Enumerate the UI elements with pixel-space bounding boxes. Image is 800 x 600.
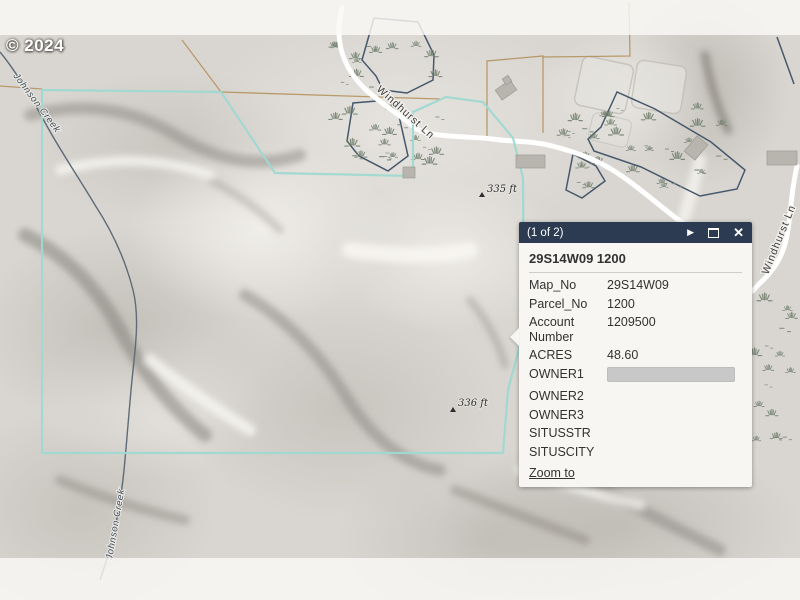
field-row: SITUSCITY <box>529 443 742 462</box>
popup-body: 29S14W09 1200 Map_No 29S14W09 Parcel_No … <box>519 243 752 487</box>
zoom-to-link[interactable]: Zoom to <box>529 466 575 480</box>
field-value: 48.60 <box>607 348 742 363</box>
building-footprint <box>403 167 415 178</box>
field-value: 1209500 <box>607 315 742 330</box>
svg-text:336 ft: 336 ft <box>458 398 489 409</box>
popup-close-button[interactable]: ✕ <box>733 226 744 239</box>
building-footprint <box>492 75 517 100</box>
selected-parcel-boundary[interactable] <box>42 90 524 453</box>
popup-footer: Zoom to <box>529 466 742 480</box>
field-label: OWNER2 <box>529 389 607 404</box>
basemap-edge-band-top <box>0 0 800 35</box>
creek-label-johnson-1: Johnson Creek <box>10 70 63 135</box>
popup-header[interactable]: (1 of 2) ▶ ✕ <box>519 222 752 243</box>
field-label: Map_No <box>529 278 607 293</box>
field-label: SITUSCITY <box>529 445 607 460</box>
field-label: Parcel_No <box>529 297 607 312</box>
field-value: 29S14W09 <box>607 278 742 293</box>
owner1-redaction-box <box>607 367 735 382</box>
field-label: OWNER3 <box>529 408 607 423</box>
field-value <box>607 367 742 386</box>
field-row: OWNER2 <box>529 387 742 406</box>
field-row: OWNER3 <box>529 406 742 425</box>
road-label-windhurst-2: Windhurst Ln <box>760 203 799 276</box>
field-row: SITUSSTR <box>529 424 742 443</box>
field-value: 1200 <box>607 297 742 312</box>
popup-pagination: (1 of 2) <box>527 227 673 239</box>
field-row: OWNER1 <box>529 365 742 388</box>
parcel-popup: (1 of 2) ▶ ✕ 29S14W09 1200 Map_No 29S14W… <box>519 222 752 487</box>
popup-maximize-button[interactable] <box>708 228 719 238</box>
field-row: ACRES 48.60 <box>529 346 742 365</box>
map-attribution: © 2024 <box>6 36 64 56</box>
field-label: OWNER1 <box>529 367 607 382</box>
popup-title: 29S14W09 1200 <box>529 249 742 273</box>
building-footprint <box>767 151 797 165</box>
field-row: Account Number 1209500 <box>529 313 742 346</box>
field-label: Account Number <box>529 315 607 344</box>
basemap-edge-band-bottom <box>0 558 800 600</box>
elevation-triangle-icon <box>450 407 456 412</box>
field-label: SITUSSTR <box>529 426 607 441</box>
map-viewport[interactable]: 335 ft 336 ft Windhurst Ln Windhurst Ln … <box>0 0 800 600</box>
spot-elevation-2: 336 ft <box>450 398 489 412</box>
field-label: ACRES <box>529 348 607 363</box>
elevation-triangle-icon <box>479 192 485 197</box>
popup-next-button[interactable]: ▶ <box>687 227 694 238</box>
popup-anchor-arrow <box>510 328 519 346</box>
attribute-table: Map_No 29S14W09 Parcel_No 1200 Account N… <box>529 273 742 461</box>
maximize-icon <box>708 228 719 238</box>
field-row: Map_No 29S14W09 <box>529 276 742 295</box>
field-row: Parcel_No 1200 <box>529 295 742 314</box>
svg-text:335 ft: 335 ft <box>487 184 518 195</box>
spot-elevation-1: 335 ft <box>479 184 518 197</box>
building-footprint <box>516 155 545 168</box>
